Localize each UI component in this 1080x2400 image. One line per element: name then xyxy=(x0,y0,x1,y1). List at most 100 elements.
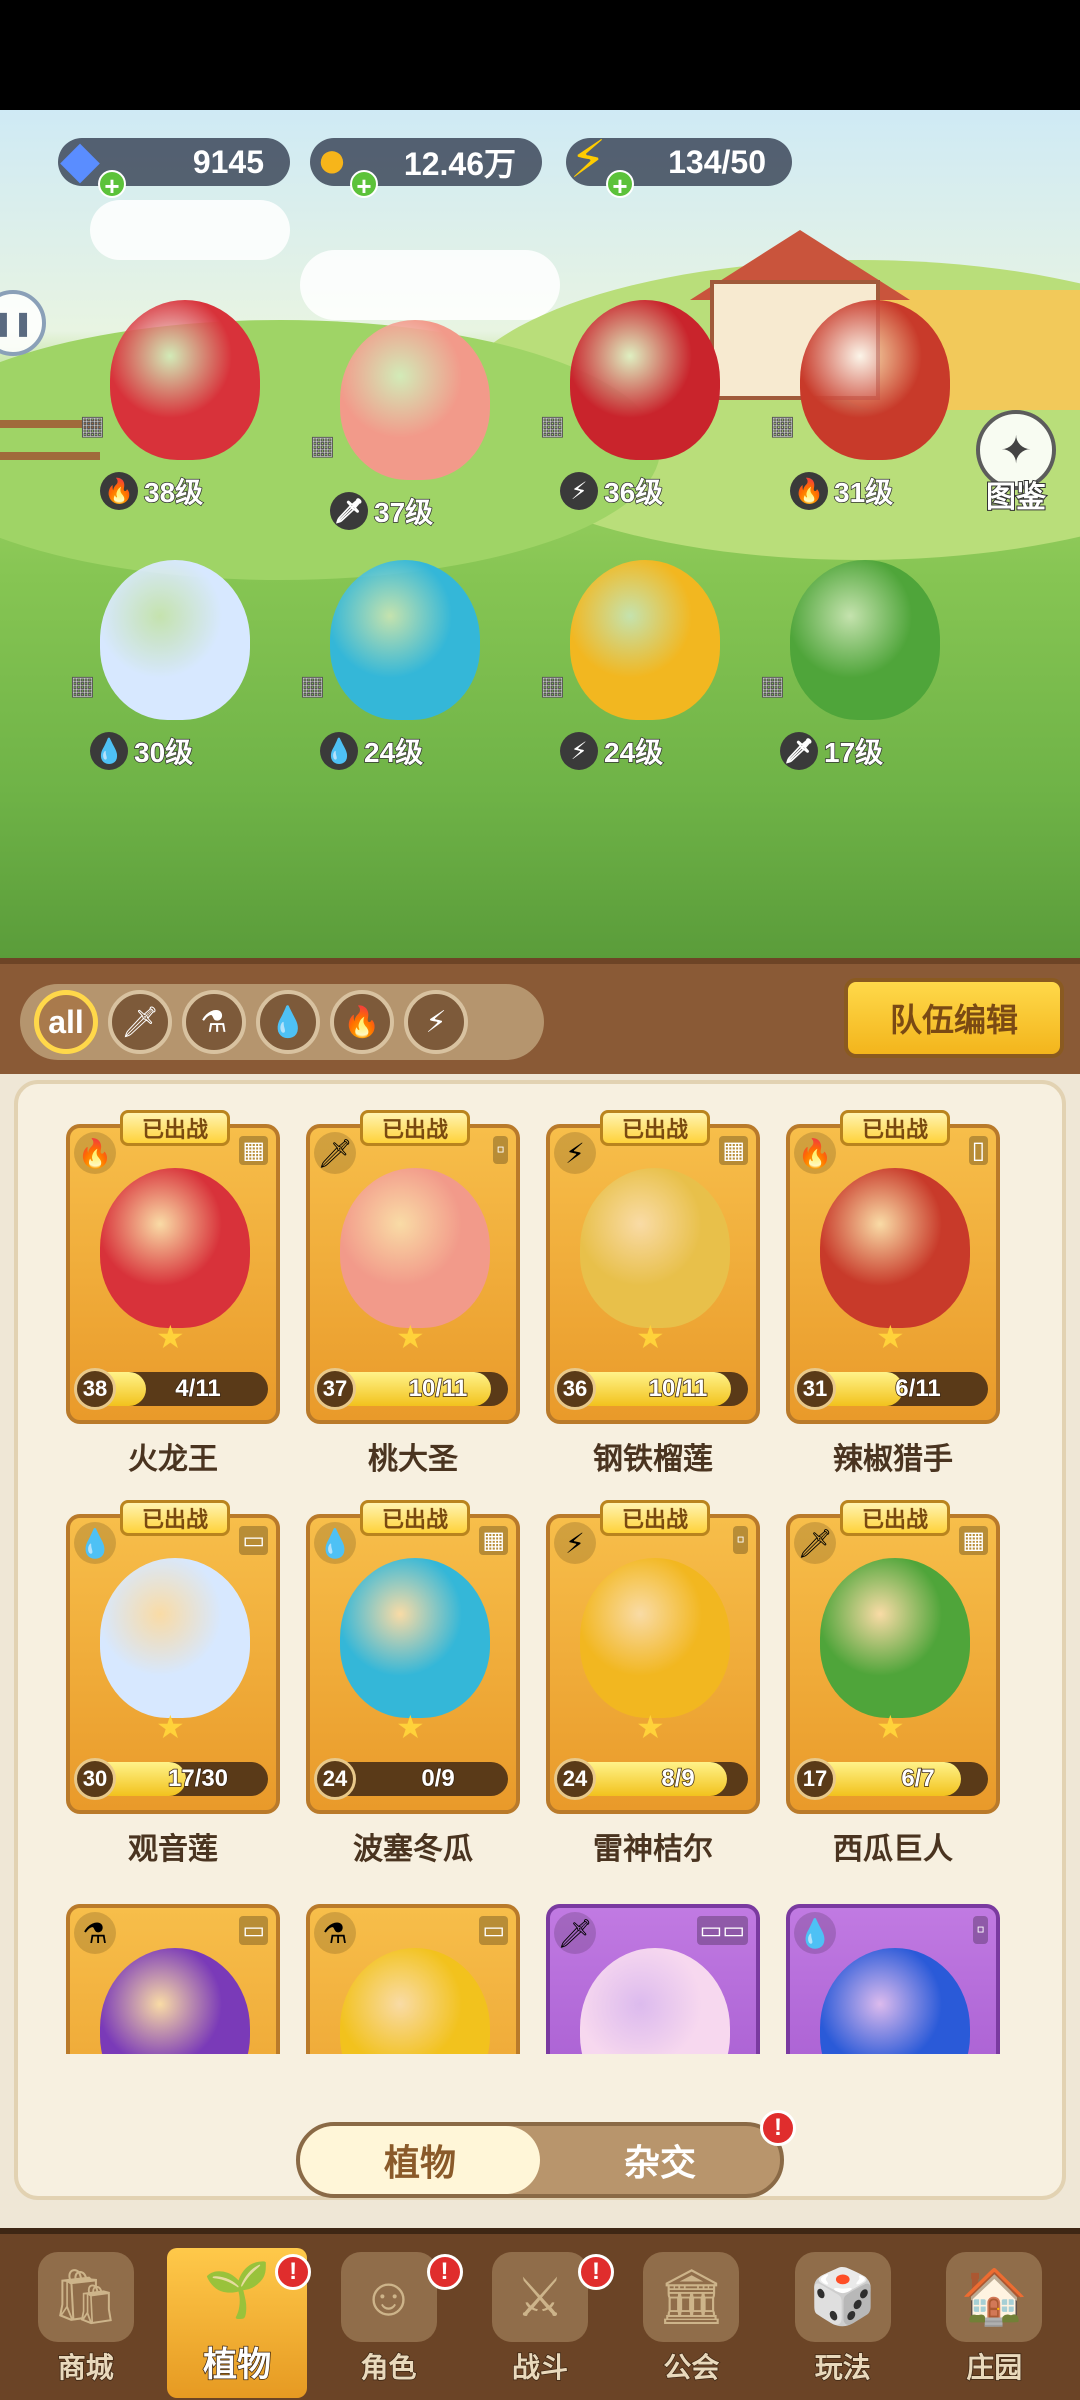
fire-icon: 🔥 xyxy=(790,472,828,510)
plant-card[interactable]: 🗡 ▭▭ xyxy=(546,1904,760,2054)
plant-portrait xyxy=(100,1168,250,1328)
star-icon: ★ xyxy=(876,1319,905,1355)
nav-item-5[interactable]: 🎲 玩法 xyxy=(773,2248,913,2398)
plant-character xyxy=(340,320,490,480)
star-icon: ★ xyxy=(156,1319,185,1355)
plant-character xyxy=(110,300,260,460)
team-edit-button[interactable]: 队伍编辑 xyxy=(844,978,1064,1058)
star-icon: ★ xyxy=(396,1319,425,1355)
status-bar xyxy=(0,0,1080,110)
filter-lightning-button[interactable]: ⚡ xyxy=(404,990,468,1054)
add-gems-icon[interactable]: + xyxy=(98,170,126,200)
sword-icon: 🗡 xyxy=(794,1522,836,1564)
codex-label: 图鉴 xyxy=(985,480,1047,515)
nav-item-6[interactable]: 🏠 庄园 xyxy=(924,2248,1064,2398)
fire-icon: 🔥 xyxy=(74,1132,116,1174)
tab-plants[interactable]: 植物 xyxy=(300,2126,540,2194)
team-member[interactable]: ▦ 🔥 31级 xyxy=(770,300,970,520)
plant-portrait xyxy=(340,1558,490,1718)
team-member[interactable]: ▦ 🗡 17级 xyxy=(760,560,960,780)
filter-all-button[interactable]: all xyxy=(34,990,98,1054)
alert-badge: ! xyxy=(275,2254,312,2290)
sword-icon: 🗡 xyxy=(554,1912,596,1954)
nav-item-0[interactable]: 🛍 商城 xyxy=(16,2248,156,2398)
lightning-icon: ⚡ xyxy=(560,472,598,510)
slot-icon: ▯ xyxy=(968,1136,988,1165)
lightning-icon: ⚡ xyxy=(554,1522,596,1564)
filter-potion-button[interactable]: ⚗ xyxy=(182,990,246,1054)
plant-name: 雷神桔尔 xyxy=(593,1833,713,1866)
nav-item-2[interactable]: ☺ 角色! xyxy=(319,2248,463,2398)
plant-card[interactable]: 🗡 ▦ 已出战 ★ 17 6/7 西瓜巨人 xyxy=(786,1500,1000,1866)
card-level: 24 xyxy=(554,1758,596,1800)
filter-bar: all 🗡 ⚗ 💧 🔥 ⚡ 队伍编辑 xyxy=(0,958,1080,1074)
slot-icon: ▦ xyxy=(760,670,786,701)
plant-card[interactable]: ⚡ ▦ 已出战 ★ 36 10/11 钢铁榴莲 xyxy=(546,1110,760,1476)
filter-water-button[interactable]: 💧 xyxy=(256,990,320,1054)
nav-icon: 🎲 xyxy=(794,2252,891,2342)
deployed-tag: 已出战 xyxy=(120,1500,230,1536)
cloud xyxy=(90,200,290,260)
filter-sword-button[interactable]: 🗡 xyxy=(108,990,172,1054)
energy-counter[interactable]: ⚡ + 134/50 xyxy=(566,131,792,200)
side-menu-button[interactable]: ❚❚ xyxy=(0,290,46,356)
plant-card[interactable]: 💧 ▭ 已出战 ★ 30 17/30 观音莲 xyxy=(66,1500,280,1866)
potion-icon: ⚗ xyxy=(74,1912,116,1954)
member-level: 🔥 31级 xyxy=(790,472,894,510)
member-level: ⚡ 36级 xyxy=(560,472,664,510)
nav-item-1[interactable]: 🌱 植物! xyxy=(167,2248,312,2398)
codex-button[interactable]: ✦ 图鉴 xyxy=(968,410,1064,515)
team-member[interactable]: ▦ ⚡ 24级 xyxy=(540,560,740,780)
filter-fire-button[interactable]: 🔥 xyxy=(330,990,394,1054)
plant-card[interactable]: 🔥 ▦ 已出战 ★ 38 4/11 火龙王 xyxy=(66,1110,280,1476)
team-member[interactable]: ▦ 💧 30级 xyxy=(70,560,270,780)
tab-hybrid[interactable]: 杂交 xyxy=(540,2126,780,2194)
nav-icon: 🏠 xyxy=(946,2252,1043,2342)
member-level: ⚡ 24级 xyxy=(560,732,664,770)
slot-icon: ▦ xyxy=(479,1526,508,1555)
team-member[interactable]: ▦ 🔥 38级 xyxy=(80,300,280,520)
team-member[interactable]: ▦ 🗡 37级 xyxy=(310,320,510,540)
gem-amount: 9145 xyxy=(192,143,264,180)
slot-icon: ▦ xyxy=(540,410,566,441)
fragment-count: 10/11 xyxy=(648,1374,708,1403)
plant-card[interactable]: 💧 ▫ xyxy=(786,1904,1000,2054)
star-icon: ★ xyxy=(876,1709,905,1745)
plant-portrait xyxy=(100,1558,250,1718)
nav-label: 公会 xyxy=(663,2351,721,2384)
alert-badge: ! xyxy=(577,2254,614,2290)
gem-counter[interactable]: ◆ + 9145 xyxy=(58,131,290,200)
fragment-count: 6/11 xyxy=(895,1374,942,1403)
nav-label: 玩法 xyxy=(814,2351,872,2384)
nav-item-3[interactable]: ⚔ 战斗! xyxy=(470,2248,614,2398)
fragment-count: 8/9 xyxy=(661,1764,696,1793)
add-coins-icon[interactable]: + xyxy=(350,170,378,200)
plant-card[interactable]: ⚗ ▭ xyxy=(66,1904,280,2054)
team-member[interactable]: ▦ ⚡ 36级 xyxy=(540,300,740,520)
plant-panel: all 🗡 ⚗ 💧 🔥 ⚡ 队伍编辑 🔥 ▦ 已出战 ★ 38 4/11 火龙王 🗡 ▫ 已出战 ★ 37 10… xyxy=(0,958,1080,2400)
level-text: 31级 xyxy=(833,476,894,509)
water-icon: 💧 xyxy=(314,1522,356,1564)
card-level: 24 xyxy=(314,1758,356,1800)
plant-card[interactable]: 🗡 ▫ 已出战 ★ 37 10/11 桃大圣 xyxy=(306,1110,520,1476)
deployed-tag: 已出战 xyxy=(360,1500,470,1536)
plant-card[interactable]: 🔥 ▯ 已出战 ★ 31 6/11 辣椒猎手 xyxy=(786,1110,1000,1476)
plant-name: 辣椒猎手 xyxy=(833,1443,953,1476)
coin-counter[interactable]: ● + 12.46万 xyxy=(310,131,542,200)
plant-card[interactable]: ⚗ ▭ xyxy=(306,1904,520,2054)
plant-name: 火龙王 xyxy=(128,1443,218,1476)
team-scene: ◆ + 9145 ● + 12.46万 ⚡ + 134/50 ❚❚ ✦ 图鉴 ▦… xyxy=(0,110,1080,960)
level-text: 36级 xyxy=(603,476,664,509)
slot-icon: ▭ xyxy=(479,1916,508,1945)
plant-card[interactable]: 💧 ▦ 已出战 ★ 24 0/9 波塞冬瓜 xyxy=(306,1500,520,1866)
bottom-nav: 🛍 商城 🌱 植物! ☺ 角色! ⚔ 战斗! 🏛 公会 🎲 玩法 🏠 庄园 xyxy=(0,2228,1080,2400)
plant-card[interactable]: ⚡ ▫ 已出战 ★ 24 8/9 雷神桔尔 xyxy=(546,1500,760,1866)
plant-name: 波塞冬瓜 xyxy=(353,1833,473,1866)
fragment-count: 6/7 xyxy=(901,1764,936,1793)
element-filters: all 🗡 ⚗ 💧 🔥 ⚡ xyxy=(20,984,544,1060)
team-member[interactable]: ▦ 💧 24级 xyxy=(300,560,500,780)
nav-item-4[interactable]: 🏛 公会 xyxy=(621,2248,761,2398)
slot-icon: ▭ xyxy=(239,1526,268,1555)
lightning-icon: ⚡ xyxy=(560,732,598,770)
add-energy-icon[interactable]: + xyxy=(606,170,634,200)
